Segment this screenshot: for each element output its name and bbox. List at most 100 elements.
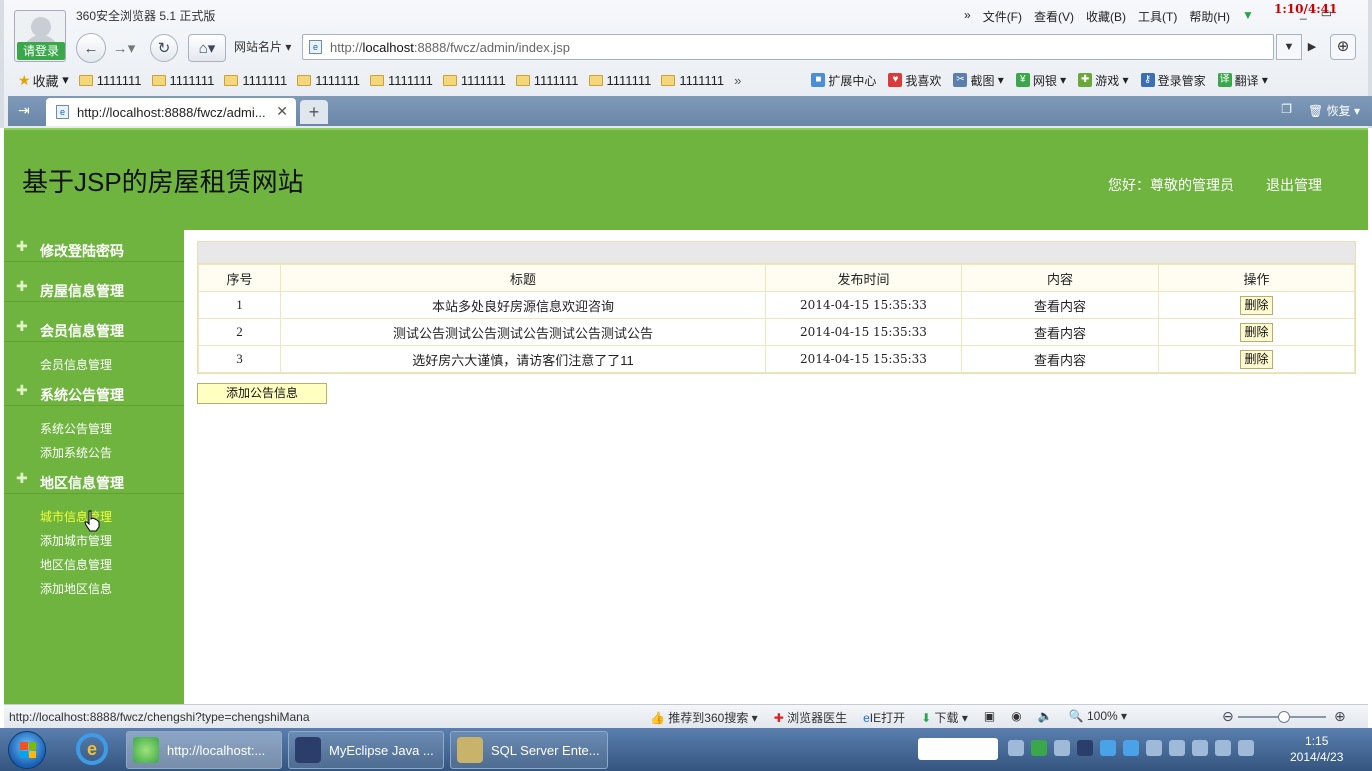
taskbar-clock[interactable]: 1:15 2014/4/23 bbox=[1290, 733, 1343, 765]
favorites-button[interactable]: ★ 收藏 ▾ bbox=[18, 71, 69, 90]
close-tab-icon[interactable]: ✕ bbox=[276, 103, 288, 120]
table-row: 1 本站多处良好房源信息欢迎咨询 2014-04-15 15:35:33 查看内… bbox=[198, 291, 1355, 319]
bookmark-item[interactable]: 1111111 bbox=[661, 73, 724, 88]
sidebar-section-member[interactable]: ✚ 会员信息管理 bbox=[4, 312, 184, 342]
menu-help[interactable]: 帮助(H) bbox=[1189, 8, 1230, 25]
add-notice-button[interactable]: 添加公告信息 bbox=[197, 383, 327, 404]
login-button[interactable]: 请登录 bbox=[17, 42, 65, 60]
bookmark-item[interactable]: 1111111 bbox=[297, 73, 360, 88]
sidebar-item-notice-add[interactable]: 添加系统公告 bbox=[40, 444, 112, 461]
menu-more[interactable]: » bbox=[964, 8, 971, 25]
view-content-link[interactable]: 查看内容 bbox=[961, 291, 1159, 319]
screenshot-button[interactable]: ✂ 截图 ▾ bbox=[953, 72, 1004, 89]
keyboard-icon[interactable] bbox=[1008, 740, 1024, 756]
games-button[interactable]: ✚ 游戏 ▾ bbox=[1078, 72, 1129, 89]
gamepad-icon: ✚ bbox=[1078, 73, 1093, 87]
view-content-link[interactable]: 查看内容 bbox=[961, 318, 1159, 346]
sidebar-item-city-add[interactable]: 添加城市管理 bbox=[40, 532, 112, 549]
delete-button[interactable]: 删除 bbox=[1240, 295, 1273, 315]
likes-button[interactable]: ♥ 我喜欢 bbox=[888, 72, 941, 89]
bookmarks-more[interactable]: » bbox=[734, 73, 741, 88]
bookmark-item[interactable]: 1111111 bbox=[78, 73, 142, 88]
menu-file[interactable]: 文件(F) bbox=[983, 8, 1022, 25]
search-icon[interactable] bbox=[1238, 740, 1254, 756]
task-browser[interactable]: http://localhost:... bbox=[126, 731, 282, 769]
restore-icon[interactable]: ▭ bbox=[1321, 6, 1332, 20]
zoom-slider[interactable]: ⊖ ⊕ bbox=[1222, 708, 1346, 725]
arrow-left-icon: ← bbox=[83, 39, 99, 57]
ie-pinned-icon[interactable]: e bbox=[76, 733, 108, 765]
ie-icon: e bbox=[863, 711, 870, 725]
view-content-link[interactable]: 查看内容 bbox=[961, 345, 1159, 373]
security-icon[interactable]: ◉ bbox=[1011, 709, 1021, 726]
extensions-button[interactable]: ■ 扩展中心 bbox=[811, 72, 876, 89]
taskbar-search-input[interactable] bbox=[918, 738, 998, 760]
bug-icon[interactable] bbox=[1031, 740, 1047, 756]
bookmark-item[interactable]: 1111111 bbox=[442, 73, 506, 88]
recommend-button[interactable]: 👍 推荐到360搜索 ▾ bbox=[650, 709, 758, 726]
sidebar-toggle-icon[interactable]: ⇥ bbox=[18, 102, 30, 119]
translate-button[interactable]: 译翻译 ▾ bbox=[1217, 72, 1268, 89]
site-card-button[interactable]: 网站名片 ▾ bbox=[234, 35, 302, 59]
address-bar[interactable]: e http://localhost:8888/fwcz/admin/index… bbox=[302, 34, 1274, 60]
bookmark-item[interactable]: 1111111 bbox=[515, 73, 579, 88]
sidebar-section-house[interactable]: ✚ 房屋信息管理 bbox=[4, 272, 184, 302]
qq-icon[interactable] bbox=[1100, 740, 1116, 756]
ie-open-button[interactable]: eIE打开 bbox=[863, 709, 905, 726]
sound-icon[interactable]: 🔈 bbox=[1038, 709, 1053, 726]
pen-icon[interactable] bbox=[1077, 740, 1093, 756]
start-button[interactable] bbox=[8, 731, 46, 769]
menu-view[interactable]: 查看(V) bbox=[1034, 8, 1074, 25]
forward-button[interactable]: →▾ bbox=[110, 34, 138, 62]
sidebar-item-region-manage[interactable]: 地区信息管理 bbox=[40, 556, 112, 573]
shield-icon[interactable] bbox=[1146, 740, 1162, 756]
shirt-icon[interactable]: ▼ bbox=[1242, 8, 1254, 25]
minimize-icon[interactable]: _ bbox=[1300, 6, 1307, 20]
zoom-out-icon[interactable]: ⊖ bbox=[1222, 708, 1234, 725]
zoom-button[interactable]: 🔍 100% ▾ bbox=[1069, 709, 1127, 726]
address-dropdown[interactable]: ▼ bbox=[1276, 34, 1302, 60]
folder-icon bbox=[661, 74, 676, 86]
bookmark-item[interactable]: 1111111 bbox=[370, 73, 433, 88]
display-icon[interactable] bbox=[1215, 740, 1231, 756]
go-button[interactable]: ▶ bbox=[1302, 34, 1322, 60]
home-button[interactable]: ⌂▾ bbox=[188, 34, 226, 62]
task-myeclipse[interactable]: MyEclipse Java ... bbox=[288, 731, 444, 769]
new-tab-button[interactable]: + bbox=[300, 100, 328, 124]
network-icon[interactable] bbox=[1054, 740, 1070, 756]
window-switch-icon[interactable]: ❐ bbox=[1281, 102, 1292, 119]
menu-tools[interactable]: 工具(T) bbox=[1138, 8, 1177, 25]
sidebar-item-city-manage[interactable]: 城市信息管理 bbox=[40, 508, 112, 525]
logout-link[interactable]: 退出管理 bbox=[1266, 175, 1322, 195]
zoom-knob[interactable] bbox=[1278, 711, 1290, 723]
flag-icon[interactable] bbox=[1192, 740, 1208, 756]
sidebar-item-notice-manage[interactable]: 系统公告管理 bbox=[40, 420, 112, 437]
sidebar-section-password[interactable]: ✚ 修改登陆密码 bbox=[4, 232, 184, 262]
back-button[interactable]: ← bbox=[76, 33, 106, 63]
window-icon[interactable]: ▣ bbox=[984, 709, 995, 726]
delete-button[interactable]: 删除 bbox=[1240, 349, 1273, 369]
login-manager-button[interactable]: ⚷ 登录管家 bbox=[1140, 72, 1206, 89]
bookmark-item[interactable]: 1111111 bbox=[588, 73, 651, 88]
download-button[interactable]: ⬇ 下载 ▾ bbox=[921, 709, 968, 726]
task-label: http://localhost:... bbox=[167, 742, 266, 758]
sidebar-item-member-manage[interactable]: 会员信息管理 bbox=[40, 356, 112, 373]
banking-button[interactable]: ¥ 网银 ▾ bbox=[1015, 72, 1066, 89]
extension-button[interactable]: ⊕ bbox=[1330, 34, 1356, 60]
folder-icon bbox=[297, 74, 312, 86]
sidebar-section-region[interactable]: ✚ 地区信息管理 bbox=[4, 464, 184, 494]
sidebar-section-notice[interactable]: ✚ 系统公告管理 bbox=[4, 376, 184, 406]
qq-icon-2[interactable] bbox=[1123, 740, 1139, 756]
restore-closed-button[interactable]: 🗑 恢复 ▾ bbox=[1308, 102, 1360, 119]
menu-favorites[interactable]: 收藏(B) bbox=[1086, 8, 1126, 25]
browser-tab-active[interactable]: e http://localhost:8888/fwcz/admi... ✕ bbox=[46, 98, 296, 126]
zoom-in-icon[interactable]: ⊕ bbox=[1334, 708, 1346, 725]
volume-icon[interactable] bbox=[1169, 740, 1185, 756]
bookmark-item[interactable]: 1111111 bbox=[151, 73, 214, 88]
task-sql-server[interactable]: SQL Server Ente... bbox=[450, 731, 608, 769]
doctor-button[interactable]: ✚ 浏览器医生 bbox=[774, 709, 847, 726]
refresh-button[interactable]: ↻ bbox=[150, 34, 178, 62]
sidebar-item-region-add[interactable]: 添加地区信息 bbox=[40, 580, 112, 597]
bookmark-item[interactable]: 1111111 bbox=[224, 73, 287, 88]
delete-button[interactable]: 删除 bbox=[1240, 322, 1273, 342]
